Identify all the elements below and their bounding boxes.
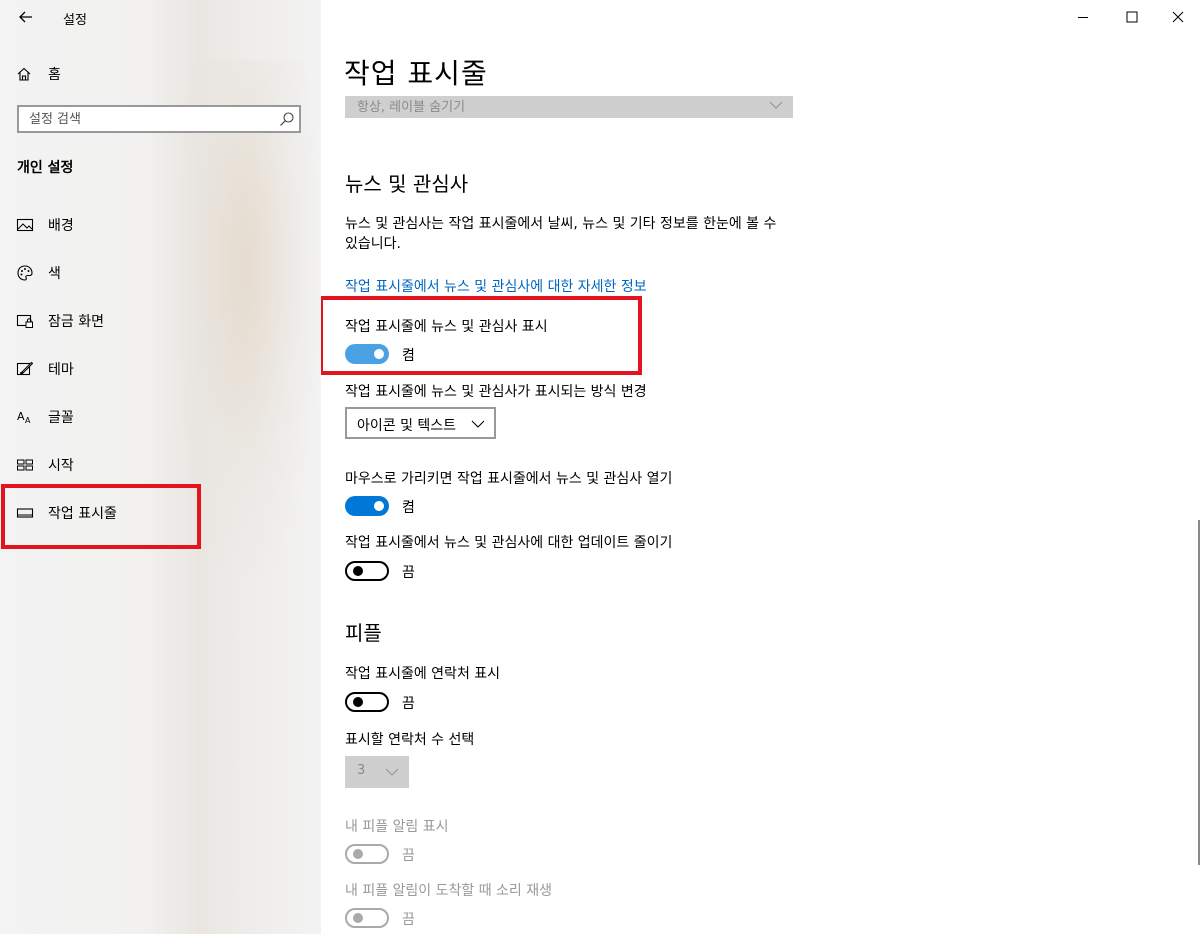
people-heading: 피플 bbox=[345, 621, 382, 645]
home-label: 홈 bbox=[48, 67, 61, 83]
contact-count-dropdown[interactable]: 3 bbox=[345, 756, 409, 788]
highlight-box bbox=[321, 296, 642, 375]
show-contacts-toggle[interactable] bbox=[345, 692, 389, 712]
back-arrow-icon[interactable] bbox=[16, 7, 36, 27]
dropdown-value: 항상, 레이블 숨기기 bbox=[357, 100, 466, 115]
search-input[interactable] bbox=[19, 107, 279, 131]
reduce-updates-label: 작업 표시줄에서 뉴스 및 관심사에 대한 업데이트 줄이기 bbox=[345, 535, 673, 551]
sidebar-item-label: 시작 bbox=[48, 458, 74, 474]
chevron-down-icon bbox=[769, 101, 783, 109]
close-icon[interactable] bbox=[1170, 9, 1186, 25]
people-sound-toggle[interactable] bbox=[345, 908, 389, 928]
sidebar-item-start[interactable]: 시작 bbox=[16, 453, 74, 477]
hover-open-label: 마우스로 가리키면 작업 표시줄에서 뉴스 및 관심사 열기 bbox=[345, 471, 673, 487]
reduce-updates-toggle[interactable] bbox=[345, 561, 389, 581]
hover-open-state: 켬 bbox=[402, 500, 415, 516]
sidebar-item-label: 글꼴 bbox=[48, 410, 74, 426]
show-contacts-label: 작업 표시줄에 연락처 표시 bbox=[345, 666, 501, 682]
sidebar-item-label: 배경 bbox=[48, 218, 74, 234]
news-heading: 뉴스 및 관심사 bbox=[345, 172, 469, 196]
maximize-icon[interactable] bbox=[1124, 9, 1140, 25]
sidebar-item-label: 테마 bbox=[48, 362, 74, 378]
label-mode-dropdown[interactable]: 항상, 레이블 숨기기 bbox=[345, 96, 793, 118]
page-title: 작업 표시줄 bbox=[344, 57, 488, 90]
image-icon bbox=[16, 218, 34, 232]
start-icon bbox=[17, 459, 33, 471]
highlight-box bbox=[1, 484, 201, 549]
news-mode-dropdown[interactable]: 아이콘 및 텍스트 bbox=[345, 407, 496, 439]
dropdown-value: 3 bbox=[357, 763, 366, 778]
sidebar-item-lock-screen[interactable]: 잠금 화면 bbox=[16, 309, 104, 333]
app-title: 설정 bbox=[63, 13, 87, 28]
section-title: 개인 설정 bbox=[17, 160, 74, 176]
sidebar-item-label: 색 bbox=[48, 266, 61, 282]
reduce-updates-state: 끔 bbox=[402, 565, 415, 581]
svg-text:A: A bbox=[17, 410, 25, 423]
toggle-knob bbox=[353, 697, 363, 707]
search-box[interactable] bbox=[17, 105, 301, 133]
lock-screen-icon bbox=[16, 314, 33, 328]
sidebar-item-background[interactable]: 배경 bbox=[16, 213, 74, 237]
hover-open-toggle[interactable] bbox=[345, 496, 389, 516]
sidebar-item-label: 잠금 화면 bbox=[48, 314, 104, 330]
home-nav-item[interactable]: 홈 bbox=[16, 63, 61, 85]
people-notify-state: 끔 bbox=[402, 848, 415, 864]
contact-count-label: 표시할 연락처 수 선택 bbox=[345, 732, 475, 748]
toggle-knob bbox=[374, 501, 384, 511]
toggle-knob bbox=[353, 913, 363, 923]
sidebar-item-color[interactable]: 색 bbox=[16, 261, 61, 285]
chevron-down-icon bbox=[471, 420, 485, 428]
people-notify-label: 내 피플 알림 표시 bbox=[345, 819, 449, 835]
sidebar: 설정 홈 개인 설정 배경 색 잠금 화면 bbox=[0, 0, 321, 934]
chevron-down-icon bbox=[385, 768, 399, 776]
people-notify-toggle[interactable] bbox=[345, 844, 389, 864]
people-sound-label: 내 피플 알림이 도착할 때 소리 재생 bbox=[345, 883, 553, 899]
sidebar-item-fonts[interactable]: A A 글꼴 bbox=[16, 405, 74, 429]
home-icon bbox=[17, 67, 31, 81]
toggle-knob bbox=[353, 849, 363, 859]
sidebar-item-theme[interactable]: 테마 bbox=[16, 357, 74, 381]
minimize-icon[interactable] bbox=[1075, 9, 1091, 25]
font-icon: A A bbox=[17, 410, 31, 425]
news-mode-label: 작업 표시줄에 뉴스 및 관심사가 표시되는 방식 변경 bbox=[345, 384, 647, 400]
show-contacts-state: 끔 bbox=[402, 696, 415, 712]
news-description: 뉴스 및 관심사는 작업 표시줄에서 날씨, 뉴스 및 기타 정보를 한눈에 볼… bbox=[345, 216, 777, 252]
search-icon[interactable] bbox=[279, 111, 295, 127]
scrollbar[interactable] bbox=[1198, 520, 1200, 865]
people-sound-state: 끔 bbox=[402, 912, 415, 928]
dropdown-value: 아이콘 및 텍스트 bbox=[357, 418, 457, 434]
palette-icon bbox=[17, 265, 33, 281]
news-info-link[interactable]: 작업 표시줄에서 뉴스 및 관심사에 대한 자세한 정보 bbox=[345, 276, 647, 296]
toggle-knob bbox=[353, 566, 363, 576]
content-pane: 작업 표시줄 항상, 레이블 숨기기 뉴스 및 관심사 뉴스 및 관심사는 작업… bbox=[321, 0, 1202, 934]
theme-icon bbox=[16, 361, 34, 376]
svg-text:A: A bbox=[25, 416, 31, 425]
